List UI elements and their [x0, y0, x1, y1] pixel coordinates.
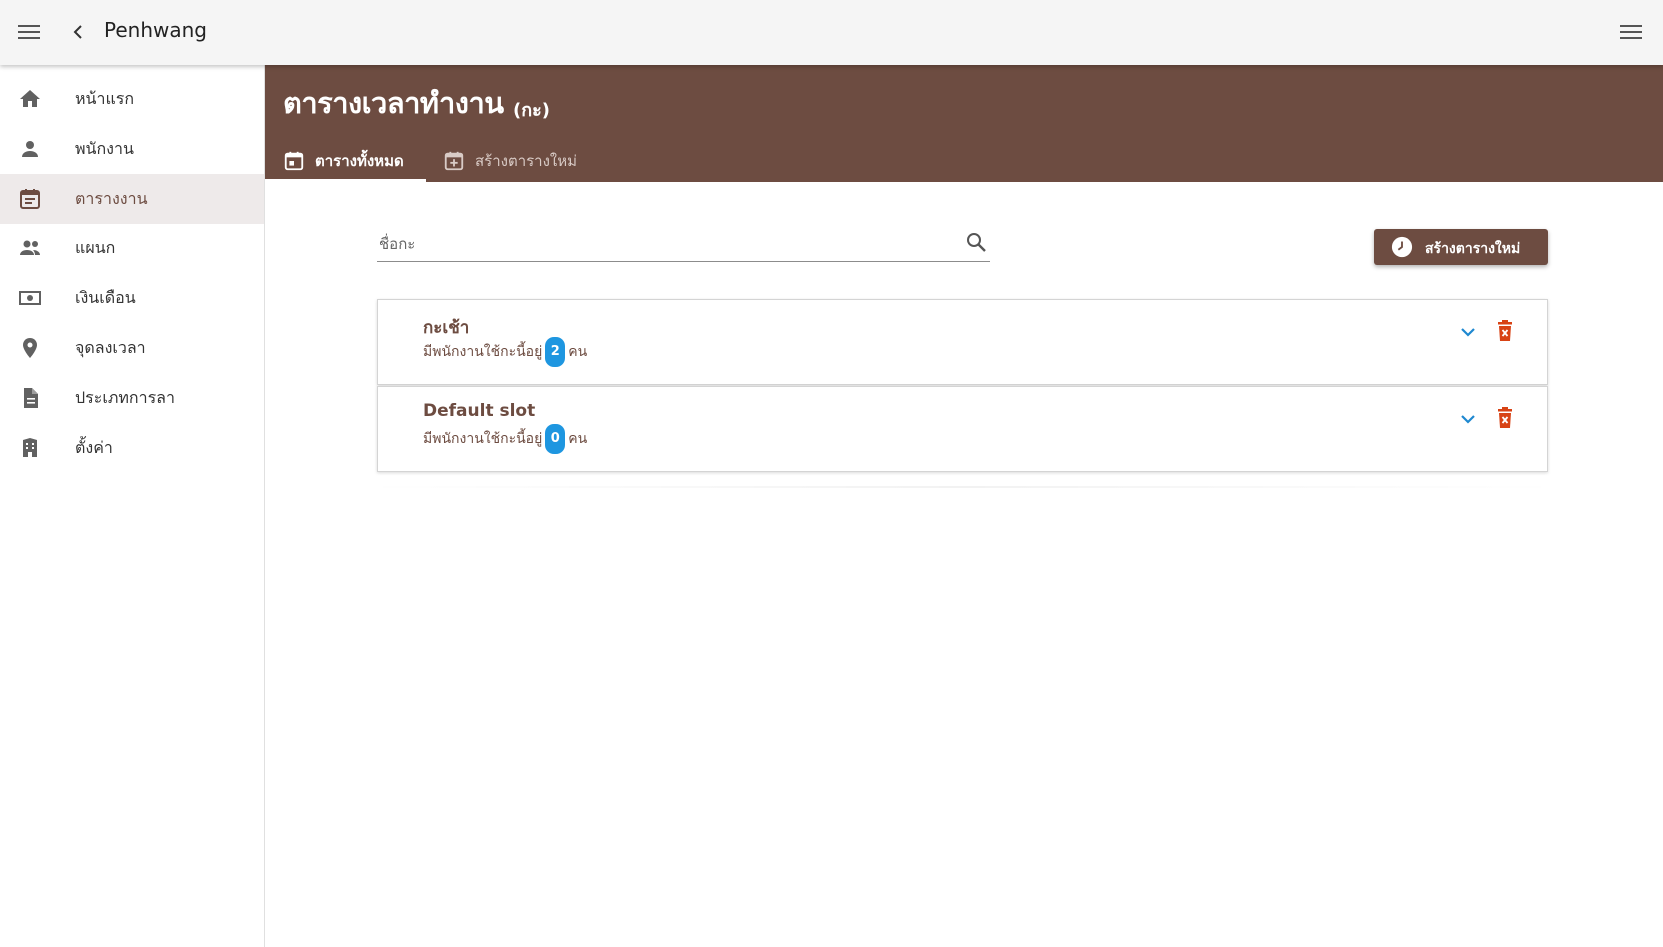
shift-name: Default slot — [423, 401, 536, 421]
shift-employee-count: มีพนักงานใช้กะนี้อยู่ 2 คน — [423, 337, 587, 367]
money-icon — [19, 291, 41, 305]
page-title: ตารางเวลาทำงาน — [283, 86, 504, 120]
active-tab-indicator — [265, 179, 426, 182]
building-icon — [23, 438, 37, 457]
shift-count-prefix: มีพนักงานใช้กะนี้อยู่ — [423, 431, 543, 447]
shift-count-suffix: คน — [568, 431, 588, 447]
calendar-add-icon — [444, 151, 464, 170]
sidebar-item-label: ตั้งค่า — [75, 437, 113, 457]
delete-icon[interactable] — [1493, 319, 1517, 343]
chevron-left-icon[interactable] — [64, 18, 92, 46]
sidebar: หน้าแรก พนักงาน ตารางงาน แผนก เงินเดือน … — [0, 65, 265, 947]
shift-card[interactable]: กะเช้า มีพนักงานใช้กะนี้อยู่ 2 คน — [377, 299, 1548, 385]
chevron-down-icon[interactable] — [1456, 320, 1480, 344]
top-app-bar: Penhwang — [0, 0, 1663, 65]
people-icon — [20, 240, 40, 255]
sidebar-item-label: ประเภทการลา — [75, 387, 175, 407]
sidebar-item-employees[interactable]: พนักงาน — [0, 124, 264, 174]
calendar-icon — [20, 189, 40, 209]
shift-card[interactable]: Default slot มีพนักงานใช้กะนี้อยู่ 0 คน — [377, 386, 1548, 472]
tab-create-schedule[interactable]: สร้างตารางใหม่ — [443, 139, 577, 182]
document-icon — [24, 388, 38, 408]
home-icon — [20, 90, 40, 107]
sidebar-item-settings[interactable]: ตั้งค่า — [0, 423, 264, 473]
person-icon — [22, 141, 38, 157]
sidebar-item-salary[interactable]: เงินเดือน — [0, 273, 264, 323]
page-subtitle: (กะ) — [513, 100, 551, 121]
calendar-today-icon — [284, 151, 304, 170]
sidebar-item-checkpoints[interactable]: จุดลงเวลา — [0, 323, 264, 373]
create-schedule-label: สร้างตารางใหม่ — [1425, 241, 1521, 257]
menu-icon[interactable] — [1617, 18, 1645, 46]
shift-count-prefix: มีพนักงานใช้กะนี้อยู่ — [423, 344, 543, 360]
employee-count-badge: 2 — [545, 337, 566, 367]
shift-count-suffix: คน — [568, 344, 588, 360]
app-title: Penhwang — [104, 18, 207, 42]
search-icon[interactable] — [964, 230, 988, 254]
menu-icon[interactable] — [15, 18, 43, 46]
clock-icon — [1391, 236, 1413, 258]
page-header: ตารางเวลาทำงาน (กะ) ตารางทั้งหมด สร้างตา… — [265, 65, 1663, 182]
sidebar-item-leave-types[interactable]: ประเภทการลา — [0, 373, 264, 423]
sidebar-item-label: เงินเดือน — [75, 287, 136, 307]
sidebar-item-schedule[interactable]: ตารางงาน — [0, 174, 264, 224]
list-divider — [360, 486, 1564, 488]
sidebar-item-label: หน้าแรก — [75, 88, 135, 108]
tab-all-schedules[interactable]: ตารางทั้งหมด — [283, 139, 404, 182]
sidebar-item-label: ตารางงาน — [75, 188, 148, 208]
employee-count-badge: 0 — [545, 424, 566, 454]
create-schedule-button[interactable]: สร้างตารางใหม่ — [1374, 229, 1548, 265]
shift-name-search-input[interactable] — [377, 227, 951, 261]
tab-label: สร้างตารางใหม่ — [475, 151, 578, 170]
shift-employee-count: มีพนักงานใช้กะนี้อยู่ 0 คน — [423, 424, 587, 454]
delete-icon[interactable] — [1493, 406, 1517, 430]
sidebar-item-label: แผนก — [75, 237, 116, 257]
sidebar-item-label: จุดลงเวลา — [75, 337, 146, 357]
shift-list: กะเช้า มีพนักงานใช้กะนี้อยู่ 2 คน Defaul… — [377, 299, 1548, 473]
sidebar-item-label: พนักงาน — [75, 138, 134, 158]
sidebar-item-departments[interactable]: แผนก — [0, 223, 264, 273]
tab-label: ตารางทั้งหมด — [315, 151, 404, 170]
shift-search — [377, 227, 990, 262]
location-icon — [23, 338, 37, 358]
sidebar-item-home[interactable]: หน้าแรก — [0, 74, 264, 124]
chevron-down-icon[interactable] — [1456, 407, 1480, 431]
